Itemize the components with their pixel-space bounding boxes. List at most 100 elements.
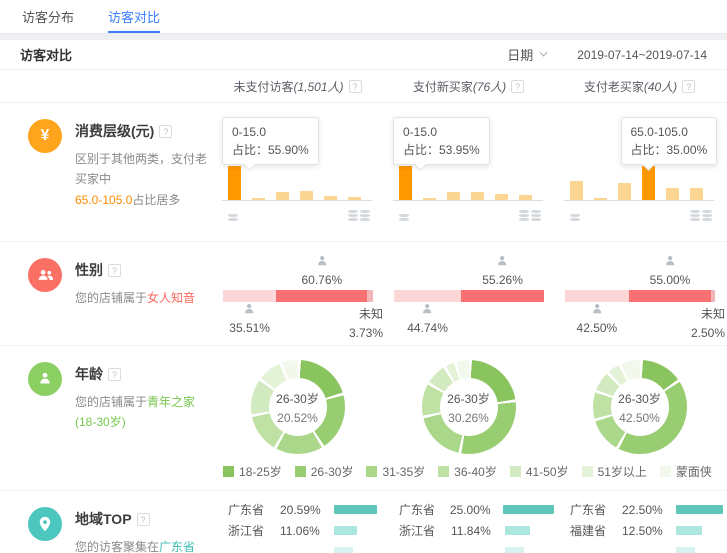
consumption-bar-chart[interactable]: 0-15.0占比：55.90% [222, 115, 372, 227]
unknown-segment[interactable] [367, 290, 373, 302]
region-percent: 20.59% [280, 503, 334, 517]
gender-bar[interactable] [565, 290, 715, 302]
help-icon[interactable]: ? [137, 513, 150, 526]
unknown-label: 未知 [349, 305, 383, 324]
unknown-segment[interactable] [711, 290, 715, 302]
bar[interactable] [570, 181, 583, 200]
region-title: 地域TOP [75, 509, 132, 529]
help-icon[interactable]: ? [511, 80, 524, 93]
male-icon [589, 302, 604, 320]
help-icon[interactable]: ? [108, 368, 121, 381]
region-percent: 11.84% [451, 524, 505, 538]
region-bar[interactable] [505, 526, 530, 535]
male-segment[interactable] [394, 290, 461, 302]
chart-tooltip: 0-15.0占比：53.95% [393, 117, 490, 165]
gender-bar[interactable] [394, 290, 544, 302]
region-bar[interactable] [676, 505, 723, 514]
legend-swatch [295, 466, 306, 477]
legend-item: 18-25岁 [223, 463, 282, 480]
region-bar[interactable] [505, 547, 524, 553]
male-percent: 44.74% [407, 321, 448, 335]
consumption-bar-chart[interactable]: 65.0-105.0占比：35.00% [564, 115, 714, 227]
column-name: 支付老买家 [584, 78, 644, 95]
column-headers: 未支付访客(1,501人) ? 支付新买家(76人) ? 支付老买家(40人) … [0, 70, 727, 103]
consumption-label: ¥ 消费层级(元) ? 区别于其他两类，支付老买家中 65.0-105.0占比居… [0, 103, 212, 241]
male-segment[interactable] [223, 290, 276, 302]
coin-stack [399, 214, 409, 221]
bar[interactable] [471, 192, 484, 200]
desc-text: 区别于其他两类，支付老买家中 [75, 152, 207, 186]
bar[interactable] [228, 166, 241, 200]
region-cell-new: 广东省25.00%浙江省11.84% [383, 491, 554, 553]
bar[interactable] [447, 192, 460, 200]
coin [570, 214, 580, 217]
region-bar[interactable] [503, 505, 554, 514]
coin [702, 210, 712, 213]
yuan-icon: ¥ [28, 119, 62, 153]
help-icon[interactable]: ? [682, 80, 695, 93]
bar[interactable] [642, 166, 655, 200]
axis-icons [570, 210, 712, 221]
region-row [228, 541, 383, 553]
desc-text: 您的店铺属于 [75, 395, 147, 409]
active-tab-underline [108, 31, 160, 33]
date-dropdown[interactable]: 日期 [507, 45, 547, 64]
gender-cell-new: 55.26%44.74% [383, 242, 554, 345]
bar[interactable] [300, 191, 313, 200]
coin [519, 214, 529, 217]
region-bar[interactable] [676, 526, 702, 535]
region-bar[interactable] [676, 547, 695, 553]
female-segment[interactable] [276, 290, 367, 302]
x-axis [222, 200, 372, 201]
visitor-compare-panel: 访客对比 日期 2019-07-14~2019-07-14 未支付访客(1,50… [0, 40, 727, 553]
coin [531, 210, 541, 213]
coin [690, 210, 700, 213]
female-segment[interactable] [629, 290, 712, 302]
bar[interactable] [399, 166, 412, 200]
column-header-new-buyers: 支付新买家(76人) ? [383, 78, 554, 95]
age-donut-chart[interactable]: 26-30岁30.26% [422, 360, 516, 454]
region-cell-unpaid: 广东省20.59%浙江省11.06% [212, 491, 383, 553]
gender-stacked-bar[interactable]: 60.76%35.51%未知3.73% [223, 254, 373, 338]
desc-text: 占比居多 [132, 193, 180, 207]
gender-label: 性别 ? 您的店铺属于女人知音 [0, 242, 212, 345]
age-donut-chart[interactable]: 26-30岁20.52% [251, 360, 345, 454]
donut-top-segment-label: 26-30岁 [618, 390, 661, 407]
male-segment[interactable] [565, 290, 629, 302]
bar[interactable] [690, 188, 703, 200]
region-bar[interactable] [334, 547, 353, 553]
region-name: 浙江省 [228, 522, 280, 539]
help-icon[interactable]: ? [108, 264, 121, 277]
legend-swatch [510, 466, 521, 477]
help-icon[interactable]: ? [159, 125, 172, 138]
age-donut-chart[interactable]: 26-30岁42.50% [593, 360, 687, 454]
tab-visitor-distribution[interactable]: 访客分布 [22, 0, 74, 33]
column-count: (40人) [644, 78, 677, 95]
consumption-bar-chart[interactable]: 0-15.0占比：53.95% [393, 115, 543, 227]
x-axis [393, 200, 543, 201]
male-percent: 42.50% [577, 321, 618, 335]
region-bar[interactable] [334, 526, 357, 535]
region-row: 广东省25.00% [399, 499, 554, 520]
tab-visitor-compare[interactable]: 访客对比 [108, 0, 160, 33]
row-gender: 性别 ? 您的店铺属于女人知音 60.76%35.51%未知3.73% 55.2… [0, 242, 727, 346]
female-icon [495, 254, 510, 272]
tooltip-share: 占比：53.95% [403, 141, 480, 159]
female-segment[interactable] [461, 290, 544, 302]
money-coins-icon [519, 210, 541, 221]
bar-group [564, 166, 709, 200]
coin [399, 214, 409, 217]
location-pin-icon [28, 507, 62, 541]
gender-stacked-bar[interactable]: 55.26%44.74% [394, 254, 544, 338]
gender-stacked-bar[interactable]: 55.00%42.50%未知2.50% [565, 254, 715, 338]
bar[interactable] [666, 188, 679, 200]
gender-bar[interactable] [223, 290, 373, 302]
bar[interactable] [618, 183, 631, 200]
male-label-block: 35.51%未知3.73% [223, 302, 373, 340]
bar-group [222, 166, 367, 200]
region-bar[interactable] [334, 505, 377, 514]
age-legend: 18-25岁26-30岁31-35岁36-40岁41-50岁51岁以上蒙面侠 [212, 463, 723, 480]
bar[interactable] [276, 192, 289, 200]
region-row [570, 541, 725, 553]
help-icon[interactable]: ? [349, 80, 362, 93]
